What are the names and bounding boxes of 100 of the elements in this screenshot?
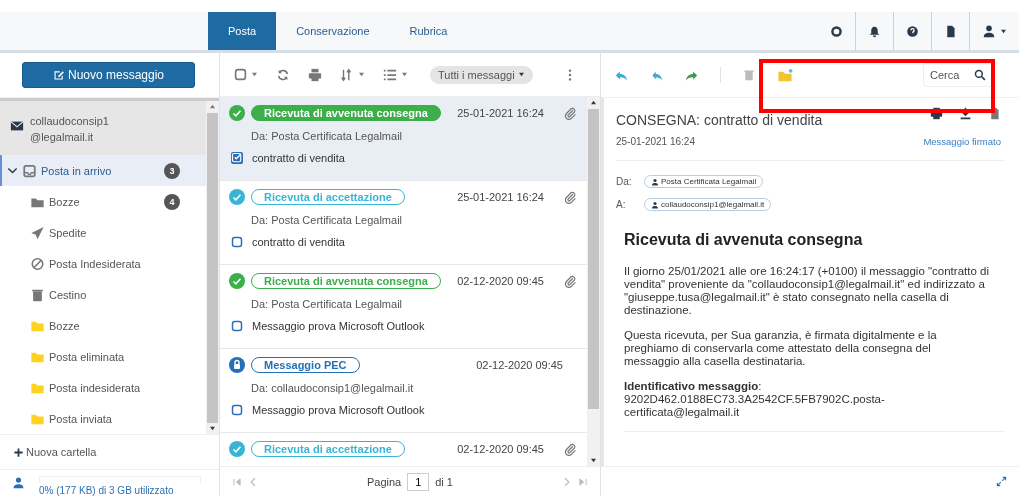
status-tag: Ricevuta di accettazione [251, 441, 405, 457]
message-subject: Messaggio prova Microsoft Outlook [252, 320, 425, 332]
folder-item[interactable]: Posta Indesiderata [0, 248, 206, 279]
new-message-button[interactable]: Nuovo messaggio [22, 62, 195, 88]
count-badge: 4 [164, 193, 180, 210]
search-icon [974, 69, 986, 81]
status-tag: Ricevuta di avvenuta consegna [251, 105, 441, 121]
page-label: Pagina [367, 475, 402, 488]
settings-icon[interactable] [830, 24, 843, 38]
paper-plane-icon [30, 225, 45, 240]
message-row[interactable]: Messaggio PEC 02-12-2020 09:45 Da: collaudoconsip1@legalmail.it Messaggio prova Microsoft Outlook [220, 349, 587, 433]
message-subject: contratto di vendita [252, 152, 345, 164]
message-sender: Da: Posta Certificata Legalmail [251, 298, 403, 310]
message-subject: Messaggio prova Microsoft Outlook [252, 404, 425, 416]
document-icon[interactable] [944, 24, 957, 38]
caret-icon[interactable] [1000, 28, 1007, 34]
scroll-up-icon[interactable] [590, 100, 597, 105]
refresh-icon[interactable] [276, 67, 290, 82]
edit-icon [52, 69, 65, 81]
checked-box-icon[interactable] [231, 152, 243, 164]
message-sender: Da: collaudoconsip1@legalmail.it [251, 382, 415, 394]
message-date: 02-12-2020 09:45 [457, 443, 544, 455]
lock-icon [229, 357, 245, 373]
body-paragraph: Il giorno 25/01/2021 alle ore 16:24:17 (+0100) il messaggio "contratto di vendita" proveniente da "collaudoconsip1@legalmail.it" ed indirizzato a "giuseppe.tusa@legalmail.it" è stato consegnato nella casella di destinazione. [624, 265, 989, 317]
new-folder-button[interactable]: Nuova cartella [0, 434, 219, 470]
message-date: 25-01-2021 16:24 [457, 191, 544, 203]
folder-item[interactable]: Posta inviata [0, 403, 206, 434]
folder-item[interactable]: Posta eliminata [0, 341, 206, 372]
help-icon[interactable] [906, 24, 919, 38]
body-heading: Ricevuta di avvenuta consegna [624, 231, 864, 249]
expand-icon[interactable] [996, 476, 1007, 487]
folder-item[interactable]: Bozze [0, 310, 206, 341]
check-icon [229, 441, 245, 457]
double-check-icon [229, 105, 245, 121]
caret-icon [401, 72, 408, 77]
search-field[interactable]: Cerca [923, 63, 993, 87]
select-dropdown[interactable] [234, 68, 258, 81]
message-row[interactable]: Ricevuta di accettazione 25-01-2021 16:24 Da: Posta Certificata Legalmail contratto di vendita [220, 181, 587, 265]
page-total: di 1 [435, 475, 453, 488]
inbox-icon [22, 163, 37, 178]
message-date: 25-01-2021 16:24 [616, 136, 695, 147]
list-icon [383, 67, 397, 82]
blocked-icon [30, 256, 45, 271]
scrollbar[interactable] [206, 101, 219, 434]
account-row[interactable]: collaudoconsip1 @legalmail.it [0, 101, 206, 155]
folder-item[interactable]: Cestino [0, 279, 206, 310]
account-name: @legalmail.it [30, 130, 95, 145]
user-icon[interactable] [982, 24, 996, 38]
count-badge: 3 [164, 162, 180, 179]
nav-tab[interactable]: Posta [208, 12, 277, 50]
bell-icon[interactable] [868, 24, 881, 38]
caret-icon [358, 72, 365, 77]
signed-message-link[interactable]: Messaggio firmato [923, 136, 1001, 147]
scroll-down-icon[interactable] [590, 458, 597, 463]
message-title: CONSEGNA: contratto di vendita [616, 112, 824, 128]
message-subject: contratto di vendita [252, 236, 345, 248]
folder-item[interactable]: Posta indesiderata [0, 372, 206, 403]
nav-tab[interactable]: Rubrica [389, 12, 468, 50]
view-dropdown[interactable] [383, 67, 408, 82]
checkbox-icon [234, 68, 247, 81]
status-tag: Ricevuta di avvenuta consegna [251, 273, 441, 289]
scrollbar[interactable] [587, 97, 600, 466]
chevron-icon[interactable] [7, 165, 18, 176]
message-date: 02-12-2020 09:45 [476, 359, 563, 371]
print-icon[interactable] [930, 106, 943, 120]
address-label: A: [616, 199, 627, 210]
folder-item[interactable]: Posta in arrivo 3 [0, 155, 206, 186]
checkbox-icon[interactable] [231, 236, 243, 248]
double-check-icon [229, 273, 245, 289]
message-sender: Da: Posta Certificata Legalmail [251, 130, 403, 142]
user-icon [651, 177, 659, 186]
filter-dropdown[interactable]: Tutti i messaggi [430, 65, 533, 84]
caret-icon [251, 72, 258, 77]
download-icon[interactable] [959, 106, 972, 120]
message-date: 02-12-2020 09:45 [457, 275, 544, 287]
scroll-thumb[interactable] [207, 113, 218, 423]
message-row[interactable]: Ricevuta di avvenuta consegna 25-01-2021 16:24 Da: Posta Certificata Legalmail contratto di vendita [220, 97, 587, 181]
caret-icon [517, 72, 525, 77]
user-icon [651, 200, 659, 209]
page-input[interactable]: 1 [407, 472, 430, 491]
plus-icon [13, 446, 24, 458]
folder-item[interactable]: Bozze 4 [0, 186, 206, 217]
storage-usage-link[interactable]: 0% (177 KB) di 3 GB utilizzato [39, 485, 201, 496]
status-tag: Messaggio PEC [251, 357, 360, 373]
message-row[interactable]: Ricevuta di avvenuta consegna 02-12-2020 09:45 Da: Posta Certificata Legalmail Messaggio prova Microsoft Outlook [220, 265, 587, 349]
folder-item[interactable]: Spedite [0, 217, 206, 248]
envelope-icon [10, 119, 24, 133]
account-name: collaudoconsip1 [30, 114, 109, 129]
sort-icon [340, 67, 354, 82]
scroll-down-icon[interactable] [209, 426, 216, 431]
status-tag: Ricevuta di accettazione [251, 189, 405, 205]
checkbox-icon[interactable] [231, 404, 243, 416]
message-date: 25-01-2021 16:24 [457, 107, 544, 119]
nav-tab[interactable]: Conservazione [276, 12, 390, 50]
checkbox-icon[interactable] [231, 320, 243, 332]
scroll-thumb[interactable] [588, 109, 599, 409]
sort-dropdown[interactable] [340, 67, 365, 82]
body-paragraph: Questa ricevuta, per Sua garanzia, è firmata digitalmente e la preghiamo di conservarla come attestato della consegna del messaggio alla casella destinataria. [624, 329, 938, 368]
check-icon [229, 189, 245, 205]
body-paragraph: Identificativo messaggio: 9202D462.0188EC73.3A2542CF.5FB7902C.posta-certificata@legalmail.it [624, 380, 886, 419]
